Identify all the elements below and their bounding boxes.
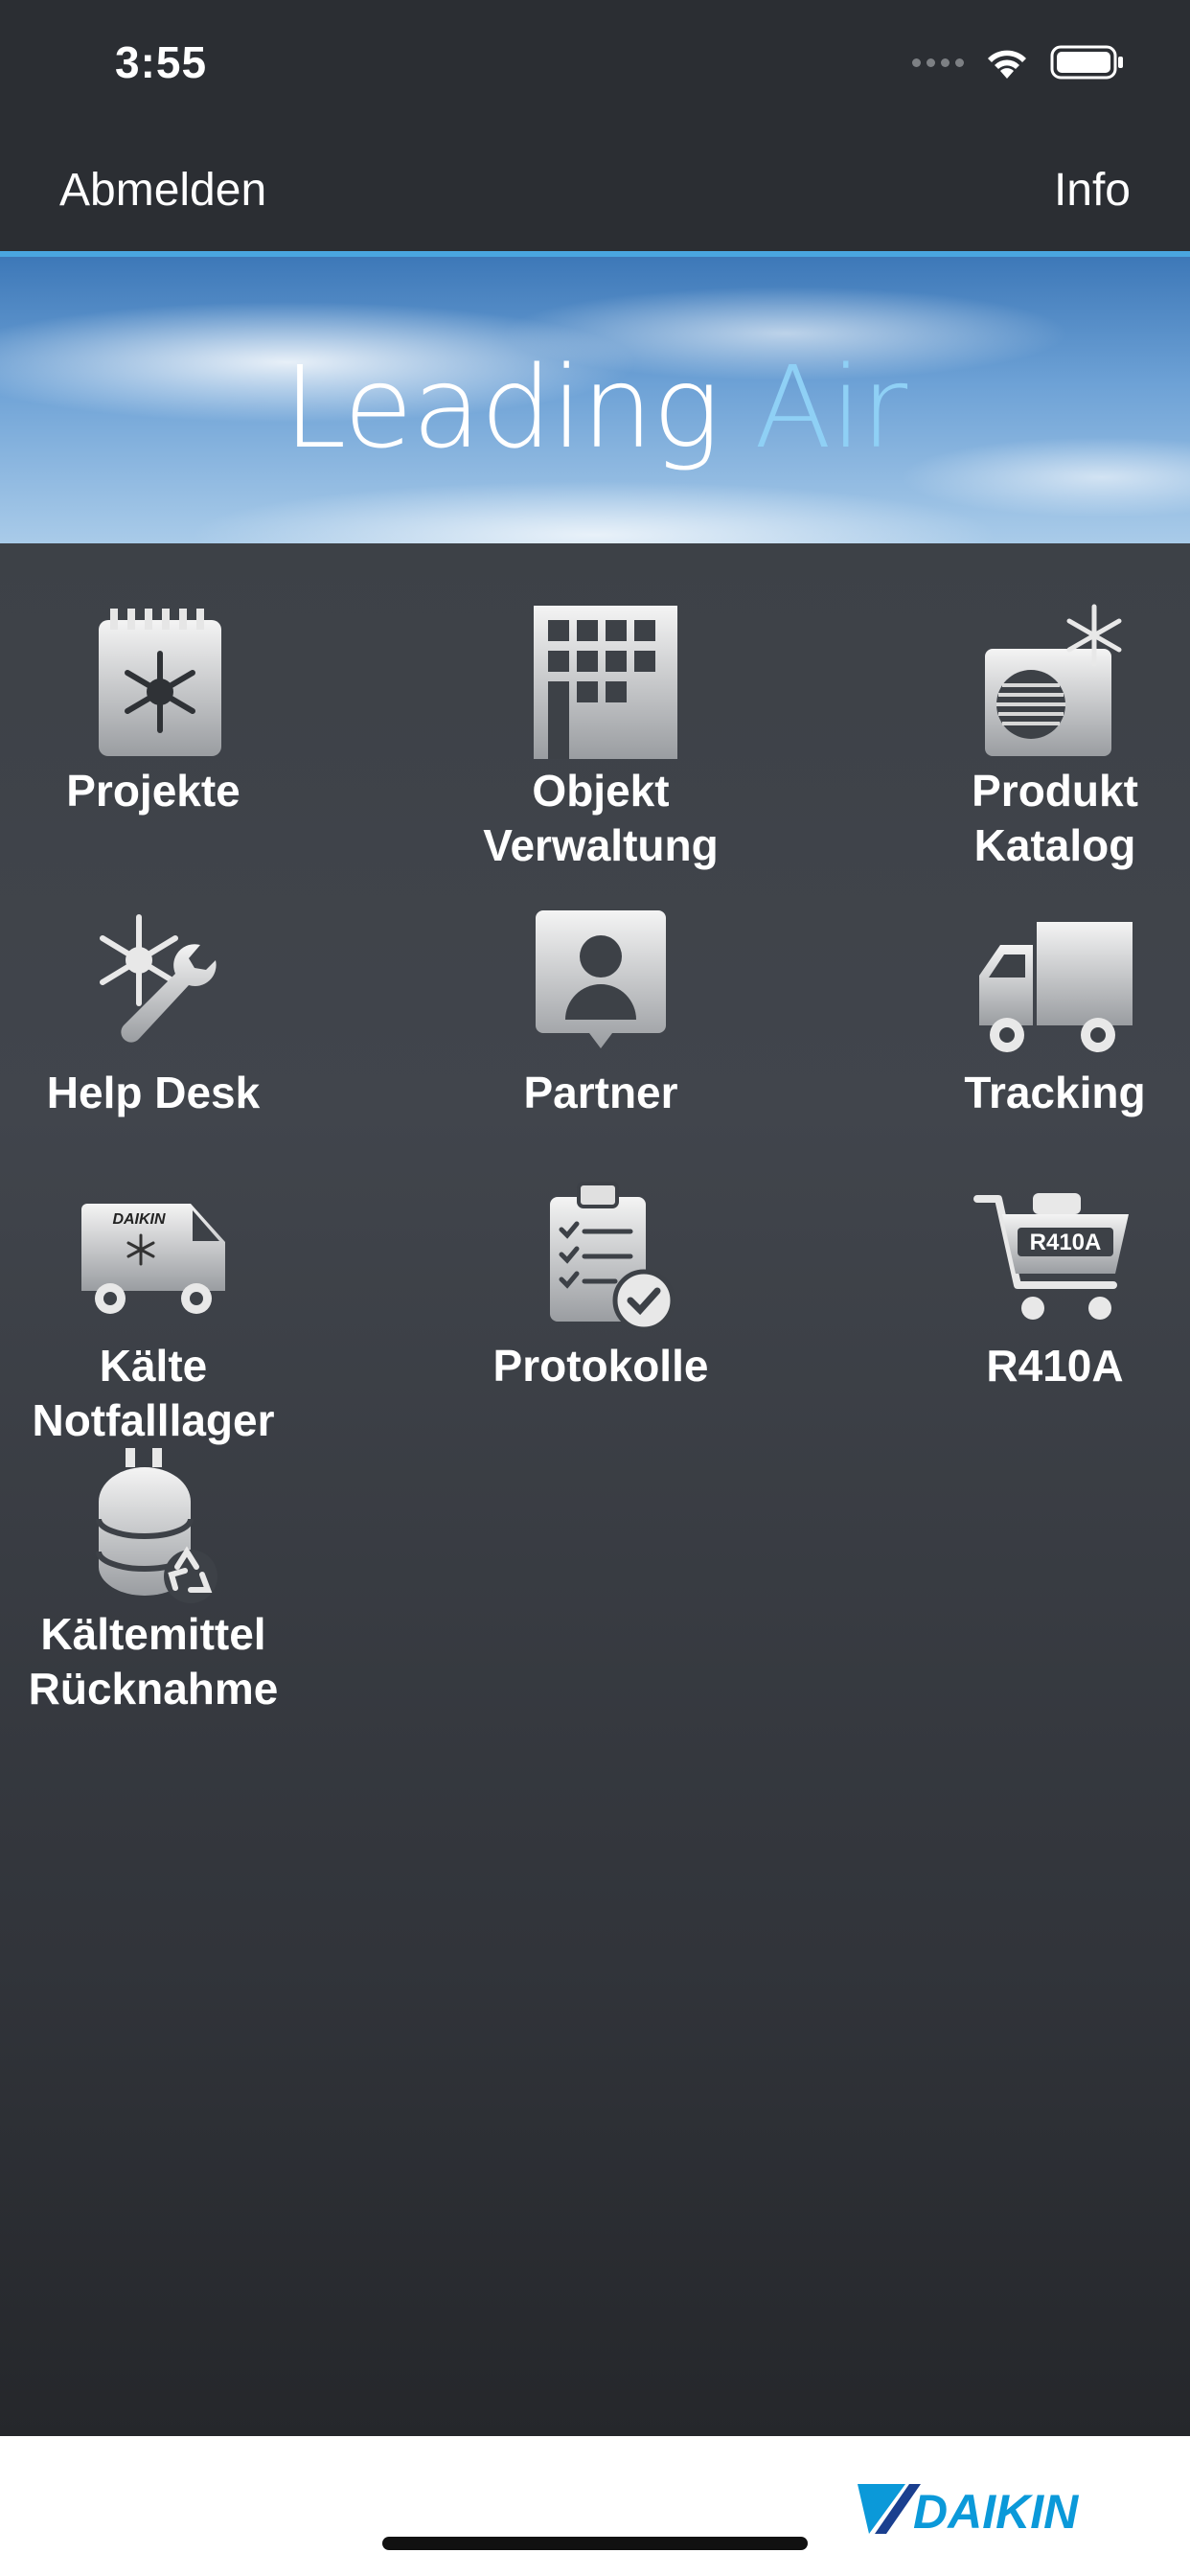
tile-protokolle[interactable]: Protokolle [447,1176,754,1393]
tile-tracking[interactable]: Tracking [902,903,1190,1120]
navigation-bar: Abmelden Info [0,129,1190,251]
wifi-icon [988,50,1026,79]
info-button[interactable]: Info [1054,164,1131,217]
status-time: 3:55 [115,37,208,87]
tile-label: Objekt Verwaltung [483,766,719,870]
tile-projekte[interactable]: Projekte [0,601,307,818]
truck-icon [979,922,1133,1052]
person-icon [536,910,666,1048]
cart-r410a-icon: R410A [973,1193,1129,1320]
signal-dots-icon [912,58,964,67]
cart-label-text: R410A [1030,1230,1102,1255]
banner-title: Leading Air [0,341,1190,473]
snowflake-wrench-icon [100,914,217,1043]
logout-button[interactable]: Abmelden [59,164,266,217]
tile-kaeltemittel-ruecknahme[interactable]: Kältemittel Rücknahme [0,1444,307,1716]
battery-icon [1050,45,1123,80]
outdoor-unit-icon [985,604,1122,756]
van-logo-text: DAIKIN [112,1211,166,1228]
leading-air-banner: Leading Air [0,251,1190,543]
banner-word-leading: Leading [283,341,721,473]
tile-partner[interactable]: Partner [447,903,754,1120]
tile-r410a[interactable]: R410A R410A [902,1176,1190,1393]
status-icons [912,44,1125,80]
tile-label: Help Desk [46,1068,261,1117]
daikin-van-icon: DAIKIN [81,1204,225,1314]
tile-produkt-katalog[interactable]: Produkt Katalog [902,601,1190,873]
calendar-snowflake-icon [99,609,221,756]
main-menu: Projekte Objekt Verwaltung Produkt Katal… [0,543,1190,2436]
building-icon [534,606,677,759]
banner-word-air: Air [754,341,907,473]
status-bar: 3:55 [0,0,1190,129]
tile-label: Kältemittel Rücknahme [28,1609,279,1714]
home-indicator[interactable] [382,2537,808,2550]
tile-label: R410A [986,1341,1124,1391]
tile-label: Tracking [964,1068,1146,1117]
tile-label: Kälte Notfalllager [32,1341,275,1445]
clipboard-check-icon [550,1182,675,1332]
tile-kaelte-notfalllager[interactable]: DAIKIN Kälte Notfalllager [0,1176,307,1448]
tile-label: Partner [523,1068,678,1117]
tile-help-desk[interactable]: Help Desk [0,903,307,1120]
tile-label: Protokolle [492,1341,709,1391]
tile-objekt-verwaltung[interactable]: Objekt Verwaltung [447,601,754,873]
daikin-logo: DAIKIN [858,2484,1079,2539]
tile-label: Projekte [66,766,240,816]
tile-label: Produkt Katalog [972,766,1138,870]
daikin-logo-text: DAIKIN [913,2485,1079,2539]
gas-cylinder-recycle-icon [96,1448,217,1603]
